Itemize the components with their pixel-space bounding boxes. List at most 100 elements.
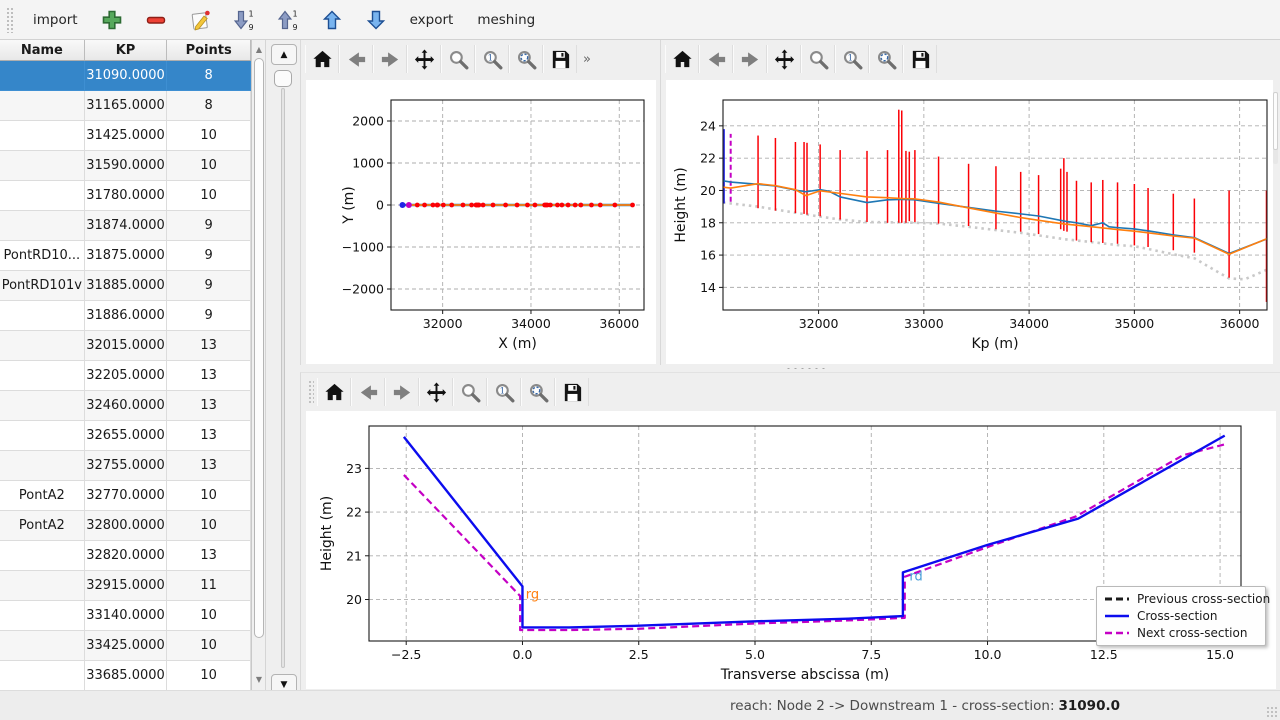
table-row[interactable]: 32915.000011 (0, 571, 251, 601)
cell-name[interactable]: PontRD10... (0, 241, 85, 271)
cell-kp[interactable]: 33685.0000 (85, 661, 168, 690)
scroll-down-icon[interactable]: ▼ (252, 672, 266, 686)
plan-view-canvas[interactable]: 320003400036000−2000−1000010002000X (m)Y… (306, 80, 656, 364)
column-header-kp[interactable]: KP (85, 40, 168, 60)
navigator-thumb[interactable] (274, 70, 292, 87)
table-row[interactable]: 31590.000010 (0, 151, 251, 181)
toolbar-drag-handle[interactable] (308, 380, 314, 404)
cell-name[interactable] (0, 631, 85, 661)
cell-kp[interactable]: 31780.0000 (85, 181, 168, 211)
zoom-region-button[interactable] (521, 378, 555, 406)
cell-kp[interactable]: 32655.0000 (85, 421, 168, 451)
cell-kp[interactable]: 31874.0000 (85, 211, 168, 241)
table-row[interactable]: 33140.000010 (0, 601, 251, 631)
cell-name[interactable] (0, 331, 85, 361)
cell-kp[interactable]: 31090.0000 (85, 61, 168, 91)
cell-points[interactable]: 10 (167, 121, 251, 151)
pan-button[interactable] (419, 378, 453, 406)
zoom-one-button[interactable]: 1 (487, 378, 521, 406)
cell-points[interactable]: 8 (167, 61, 251, 91)
pan-button[interactable] (407, 45, 441, 73)
cell-name[interactable] (0, 451, 85, 481)
home-button[interactable] (665, 45, 699, 73)
cell-name[interactable] (0, 181, 85, 211)
cell-points[interactable]: 10 (167, 631, 251, 661)
cell-name[interactable] (0, 391, 85, 421)
cell-points[interactable]: 10 (167, 661, 251, 690)
table-row[interactable]: 32205.000013 (0, 361, 251, 391)
cell-kp[interactable]: 32770.0000 (85, 481, 168, 511)
cell-points[interactable]: 10 (167, 601, 251, 631)
zoom-button[interactable] (801, 45, 835, 73)
cell-points[interactable]: 9 (167, 241, 251, 271)
table-row[interactable]: PontRD101v31885.00009 (0, 271, 251, 301)
cell-name[interactable]: PontA2 (0, 511, 85, 541)
save-button[interactable] (543, 45, 577, 73)
table-row[interactable]: 31165.00008 (0, 91, 251, 121)
cell-kp[interactable]: 32755.0000 (85, 451, 168, 481)
table-row[interactable]: 32460.000013 (0, 391, 251, 421)
table-scrollbar[interactable]: ▲ ▼ (252, 40, 266, 690)
cell-kp[interactable]: 31885.0000 (85, 271, 168, 301)
add-cross-section-button[interactable] (92, 4, 132, 36)
cell-name[interactable]: PontA2 (0, 481, 85, 511)
column-header-name[interactable]: Name (0, 40, 85, 60)
meshing-button[interactable]: meshing (467, 4, 545, 36)
forward-button[interactable] (733, 45, 767, 73)
cell-points[interactable]: 13 (167, 361, 251, 391)
table-row[interactable]: 32755.000013 (0, 451, 251, 481)
edit-cross-section-button[interactable] (180, 4, 220, 36)
cell-kp[interactable]: 32460.0000 (85, 391, 168, 421)
cell-kp[interactable]: 31590.0000 (85, 151, 168, 181)
home-button[interactable] (317, 378, 351, 406)
table-row[interactable]: 32820.000013 (0, 541, 251, 571)
cell-kp[interactable]: 33425.0000 (85, 631, 168, 661)
cell-kp[interactable]: 31425.0000 (85, 121, 168, 151)
zoom-region-button[interactable] (509, 45, 543, 73)
cell-kp[interactable]: 31165.0000 (85, 91, 168, 121)
zoom-button[interactable] (453, 378, 487, 406)
sort-ascending-button[interactable]: 19 (268, 4, 308, 36)
cell-points[interactable]: 13 (167, 541, 251, 571)
cell-name[interactable] (0, 541, 85, 571)
cell-name[interactable] (0, 361, 85, 391)
import-button[interactable]: import (23, 4, 88, 36)
cell-points[interactable]: 9 (167, 271, 251, 301)
table-row[interactable]: 31886.00009 (0, 301, 251, 331)
toolbar-drag-handle[interactable] (6, 7, 13, 33)
cell-points[interactable]: 8 (167, 91, 251, 121)
toolbar-overflow-button[interactable]: » (577, 52, 597, 67)
save-button[interactable] (903, 45, 937, 73)
export-button[interactable]: export (400, 4, 464, 36)
table-row[interactable]: PontA232770.000010 (0, 481, 251, 511)
back-button[interactable] (351, 378, 385, 406)
profile-side-scrollbar[interactable] (1273, 92, 1278, 164)
zoom-one-button[interactable]: 1 (835, 45, 869, 73)
resize-grip-icon[interactable] (1266, 706, 1278, 718)
home-button[interactable] (305, 45, 339, 73)
back-button[interactable] (339, 45, 373, 73)
cell-name[interactable] (0, 421, 85, 451)
sort-descending-button[interactable]: 19 (224, 4, 264, 36)
table-row[interactable]: 33425.000010 (0, 631, 251, 661)
cell-name[interactable] (0, 121, 85, 151)
cell-name[interactable] (0, 601, 85, 631)
table-row[interactable]: PontRD10...31875.00009 (0, 241, 251, 271)
cell-kp[interactable]: 32820.0000 (85, 541, 168, 571)
table-row[interactable]: 32015.000013 (0, 331, 251, 361)
cell-kp[interactable]: 32015.0000 (85, 331, 168, 361)
cell-points[interactable]: 10 (167, 151, 251, 181)
zoom-region-button[interactable] (869, 45, 903, 73)
cell-points[interactable]: 13 (167, 451, 251, 481)
column-header-points[interactable]: Points (167, 40, 251, 60)
cell-name[interactable] (0, 91, 85, 121)
pan-button[interactable] (767, 45, 801, 73)
cell-name[interactable] (0, 661, 85, 690)
move-down-button[interactable] (356, 4, 396, 36)
table-row[interactable]: PontA232800.000010 (0, 511, 251, 541)
table-scrollbar-thumb[interactable] (254, 58, 264, 638)
zoom-button[interactable] (441, 45, 475, 73)
cell-kp[interactable]: 31886.0000 (85, 301, 168, 331)
table-row[interactable]: 31425.000010 (0, 121, 251, 151)
cell-kp[interactable]: 31875.0000 (85, 241, 168, 271)
